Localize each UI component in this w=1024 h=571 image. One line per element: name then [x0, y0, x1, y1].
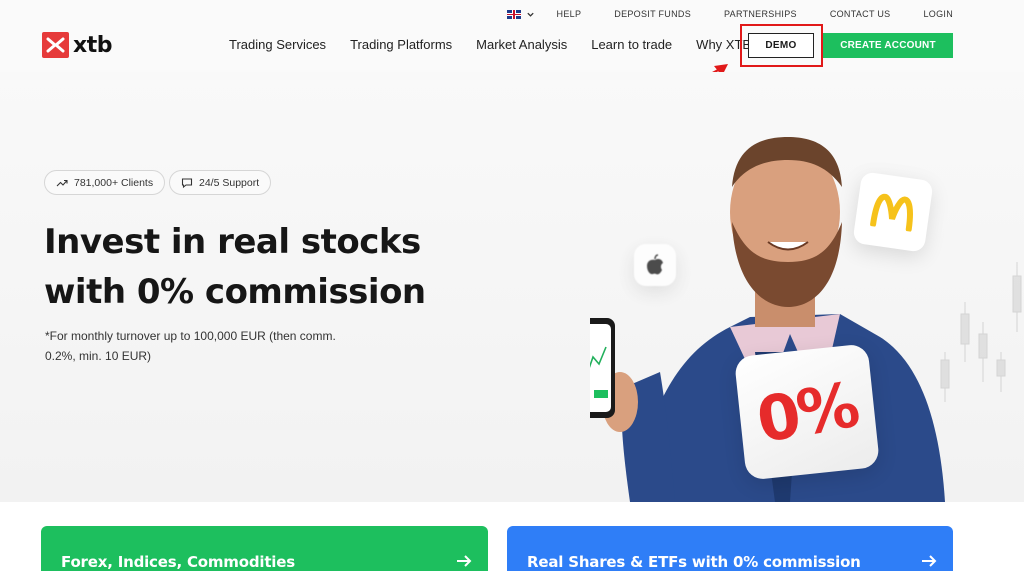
- uk-flag-icon: [506, 9, 521, 19]
- note-line-2: 0.2%, min. 10 EUR): [45, 349, 152, 363]
- partnerships-link[interactable]: PARTNERSHIPS: [724, 9, 797, 19]
- headline-line-2: with 0% commission: [44, 272, 426, 312]
- mcdonalds-icon: [870, 193, 913, 232]
- deposit-funds-link[interactable]: DEPOSIT FUNDS: [614, 9, 691, 19]
- nav-trading-platforms[interactable]: Trading Platforms: [350, 37, 452, 52]
- clients-pill-label: 781,000+ Clients: [74, 176, 154, 189]
- commission-note: *For monthly turnover up to 100,000 EUR …: [45, 326, 355, 366]
- site-header: HELP DEPOSIT FUNDS PARTNERSHIPS CONTACT …: [0, 0, 1024, 72]
- arrow-right-icon: [457, 555, 472, 567]
- hero-headline: Invest in real stocks with 0% commission: [44, 217, 426, 317]
- support-pill: 24/5 Support: [169, 170, 272, 195]
- language-selector[interactable]: [506, 9, 535, 19]
- login-link[interactable]: LOGIN: [923, 9, 953, 19]
- chat-icon: [181, 177, 193, 188]
- top-utility-bar: HELP DEPOSIT FUNDS PARTNERSHIPS CONTACT …: [506, 9, 953, 19]
- arrow-right-icon: [922, 555, 937, 567]
- nav-learn-to-trade[interactable]: Learn to trade: [591, 37, 672, 52]
- real-shares-etfs-card[interactable]: Real Shares & ETFs with 0% commission: [507, 526, 953, 571]
- demo-button[interactable]: DEMO: [748, 33, 814, 58]
- forex-indices-card[interactable]: Forex, Indices, Commodities: [41, 526, 488, 571]
- forex-card-title: Forex, Indices, Commodities: [61, 553, 295, 571]
- zero-percent-badge: 0%: [733, 343, 881, 481]
- xtb-logo[interactable]: xtb: [42, 32, 112, 58]
- clients-pill: 781,000+ Clients: [44, 170, 166, 195]
- nav-market-analysis[interactable]: Market Analysis: [476, 37, 567, 52]
- note-line-1: *For monthly turnover up to 100,000 EUR …: [45, 329, 336, 343]
- xtb-logo-icon: [42, 32, 69, 58]
- chevron-down-icon: [526, 12, 534, 17]
- contact-us-link[interactable]: CONTACT US: [830, 9, 891, 19]
- mcdonalds-logo-tile: [852, 171, 934, 253]
- zero-percent-text: 0%: [751, 367, 863, 457]
- create-account-button[interactable]: CREATE ACCOUNT: [823, 33, 953, 58]
- shares-card-title: Real Shares & ETFs with 0% commission: [527, 553, 861, 571]
- main-navigation: Trading Services Trading Platforms Marke…: [229, 37, 775, 52]
- apple-logo-tile: [634, 244, 676, 286]
- support-pill-label: 24/5 Support: [199, 176, 260, 189]
- nav-trading-services[interactable]: Trading Services: [229, 37, 326, 52]
- apple-icon: [647, 254, 663, 275]
- headline-line-1: Invest in real stocks: [44, 222, 421, 262]
- logo-text: xtb: [73, 32, 112, 58]
- hero-section: 781,000+ Clients 24/5 Support Invest in …: [0, 72, 1024, 502]
- trend-up-icon: [56, 179, 68, 186]
- help-link[interactable]: HELP: [557, 9, 582, 19]
